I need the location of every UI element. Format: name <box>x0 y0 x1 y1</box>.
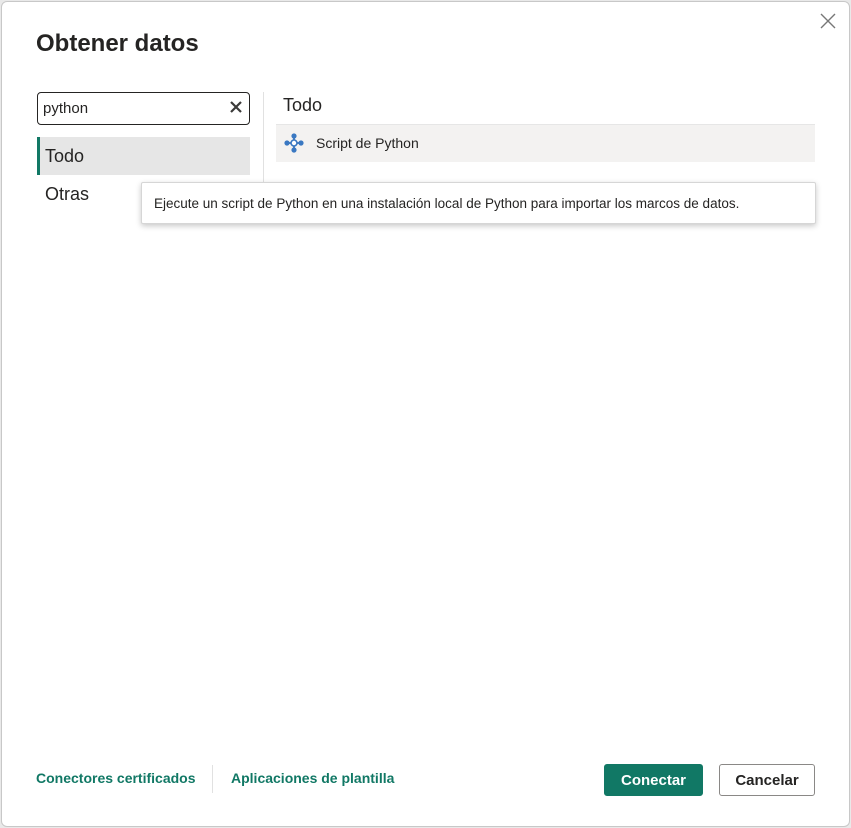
result-item-label: Script de Python <box>316 135 419 151</box>
connect-button[interactable]: Conectar <box>604 764 703 796</box>
category-item-todo[interactable]: Todo <box>37 137 250 175</box>
certified-connectors-link[interactable]: Conectores certificados <box>36 770 196 786</box>
results-header: Todo <box>283 95 323 115</box>
close-button[interactable] <box>817 10 839 32</box>
footer-divider <box>212 765 213 793</box>
close-icon <box>820 13 836 29</box>
description-tooltip: Ejecute un script de Python en una insta… <box>141 182 816 224</box>
pane-divider <box>263 92 264 182</box>
tooltip-text: Ejecute un script de Python en una insta… <box>154 196 740 211</box>
result-item-python-script[interactable]: Script de Python <box>276 124 815 162</box>
template-apps-link[interactable]: Aplicaciones de plantilla <box>231 770 394 786</box>
search-field[interactable] <box>37 92 250 125</box>
dialog-title: Obtener datos <box>36 30 199 57</box>
clear-search-button[interactable] <box>228 99 244 115</box>
close-icon <box>230 101 242 113</box>
search-input[interactable] <box>43 97 223 119</box>
cancel-button[interactable]: Cancelar <box>719 764 815 796</box>
get-data-dialog: Obtener datos Todo Otras Todo Script de … <box>1 1 850 827</box>
python-connector-icon <box>284 133 304 153</box>
